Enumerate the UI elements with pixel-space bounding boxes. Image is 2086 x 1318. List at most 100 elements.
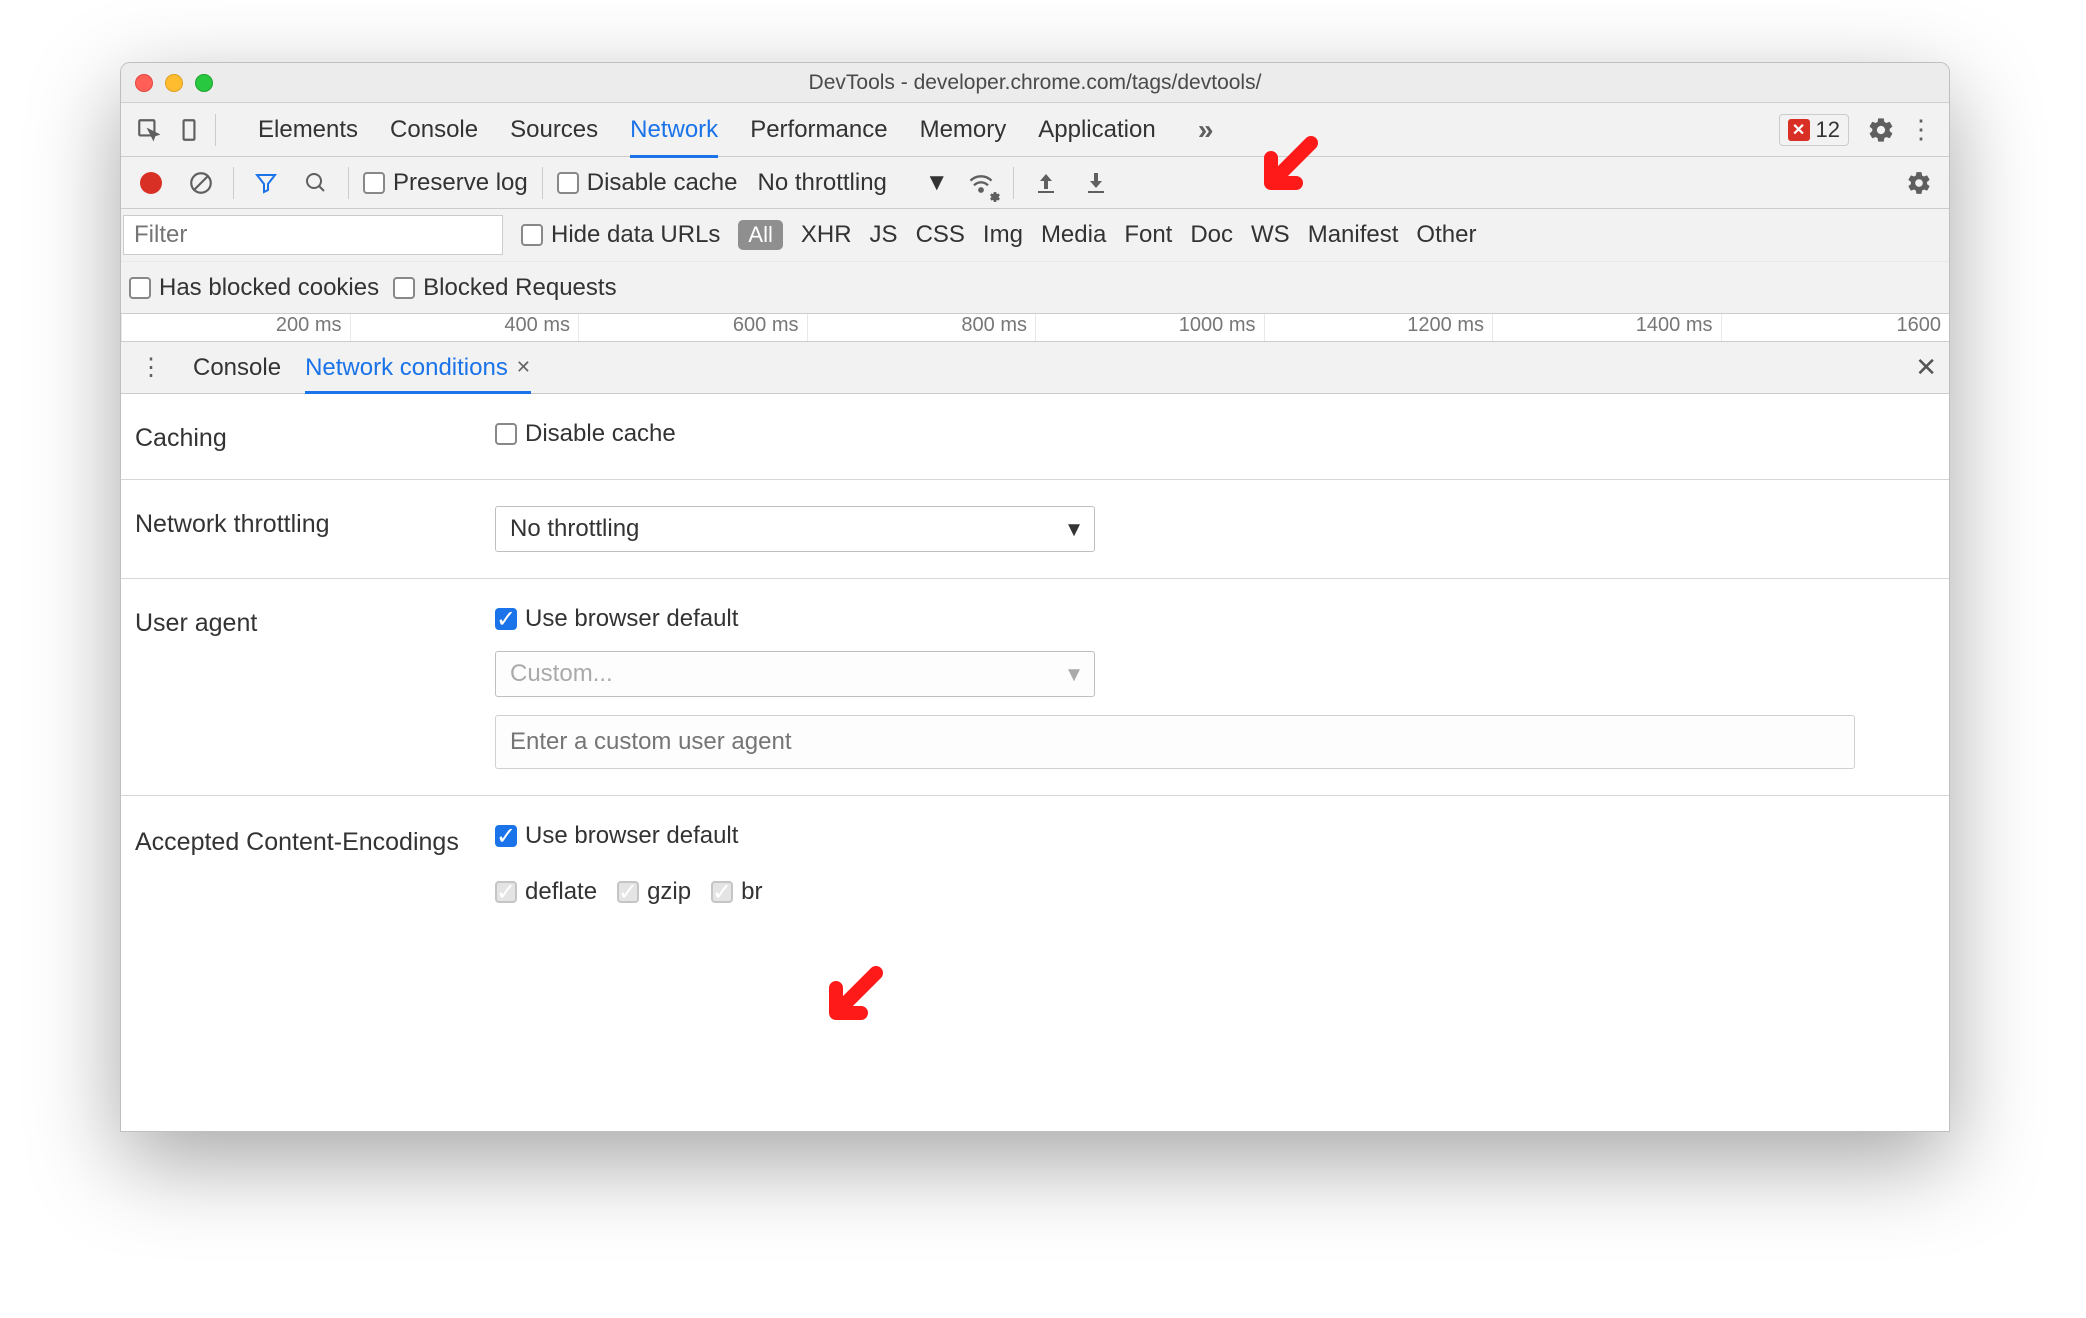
throttling-select[interactable]: No throttling ▼	[757, 169, 948, 197]
divider	[1013, 167, 1014, 199]
more-tabs-icon[interactable]: »	[1188, 112, 1224, 148]
hide-data-urls-checkbox[interactable]: Hide data URLs	[521, 221, 720, 249]
filter-type-all[interactable]: All	[738, 220, 782, 250]
filter-icon[interactable]	[248, 165, 284, 201]
timeline-tick: 1400 ms	[1492, 314, 1721, 341]
tab-elements[interactable]: Elements	[258, 102, 358, 158]
checkbox-icon	[363, 172, 385, 194]
divider	[233, 167, 234, 199]
dropdown-caret-icon: ▾	[1068, 515, 1080, 544]
has-blocked-cookies-checkbox[interactable]: Has blocked cookies	[129, 274, 379, 302]
tab-console[interactable]: Console	[390, 102, 478, 158]
user-agent-section: User agent ✓ Use browser default Custom.…	[121, 579, 1949, 796]
filter-bar: Hide data URLs All XHR JS CSS Img Media …	[121, 209, 1949, 314]
blocked-requests-checkbox[interactable]: Blocked Requests	[393, 274, 616, 302]
preserve-log-checkbox[interactable]: Preserve log	[363, 169, 528, 197]
close-tab-icon[interactable]: ✕	[516, 357, 531, 378]
filter-type-font[interactable]: Font	[1124, 221, 1172, 249]
filter-type-other[interactable]: Other	[1416, 221, 1476, 249]
error-count: 12	[1816, 117, 1840, 143]
filter-type-ws[interactable]: WS	[1251, 221, 1290, 249]
throttling-section: Network throttling No throttling ▾	[121, 480, 1949, 579]
timeline-tick: 800 ms	[807, 314, 1036, 341]
network-settings-icon[interactable]	[1901, 165, 1937, 201]
enc-use-default-label: Use browser default	[525, 822, 738, 850]
timeline-tick: 600 ms	[578, 314, 807, 341]
timeline-tick: 400 ms	[350, 314, 579, 341]
main-tabs: Elements Console Sources Network Perform…	[258, 102, 1775, 158]
timeline-tick: 1600	[1721, 314, 1950, 341]
dropdown-caret-icon: ▼	[925, 169, 949, 197]
enc-use-default-checkbox[interactable]: ✓ Use browser default	[495, 822, 1935, 850]
checkbox-icon	[557, 172, 579, 194]
tab-application[interactable]: Application	[1038, 102, 1155, 158]
window-title: DevTools - developer.chrome.com/tags/dev…	[121, 71, 1949, 95]
encodings-options: ✓ deflate ✓ gzip ✓ br	[495, 878, 1935, 906]
filter-type-manifest[interactable]: Manifest	[1308, 221, 1399, 249]
filter-type-doc[interactable]: Doc	[1190, 221, 1233, 249]
filter-input[interactable]	[123, 215, 503, 255]
enc-br-checkbox: ✓ br	[711, 878, 762, 906]
kebab-menu-icon[interactable]: ⋮	[1903, 112, 1939, 148]
disable-cache-label: Disable cache	[587, 169, 738, 197]
drawer-tab-network-conditions[interactable]: Network conditions ✕	[305, 342, 531, 394]
tab-sources[interactable]: Sources	[510, 102, 598, 158]
error-count-badge[interactable]: ✕ 12	[1779, 114, 1849, 146]
drawer-tab-console[interactable]: Console	[193, 342, 281, 394]
inspect-element-icon[interactable]	[131, 112, 167, 148]
filter-type-js[interactable]: JS	[870, 221, 898, 249]
throttling-select[interactable]: No throttling ▾	[495, 506, 1095, 552]
close-drawer-icon[interactable]: ✕	[1915, 352, 1937, 383]
tab-network[interactable]: Network	[630, 102, 718, 158]
import-har-icon[interactable]	[1028, 165, 1064, 201]
checkbox-disabled-icon: ✓	[495, 881, 517, 903]
export-har-icon[interactable]	[1078, 165, 1114, 201]
tab-memory[interactable]: Memory	[920, 102, 1007, 158]
network-toolbar: Preserve log Disable cache No throttling…	[121, 157, 1949, 209]
filter-type-media[interactable]: Media	[1041, 221, 1106, 249]
search-icon[interactable]	[298, 165, 334, 201]
drawer-tab-bar: ⋮ Console Network conditions ✕ ✕	[121, 342, 1949, 394]
drawer-menu-icon[interactable]: ⋮	[133, 350, 169, 386]
checkbox-icon	[495, 423, 517, 445]
dropdown-caret-icon: ▾	[1068, 660, 1080, 689]
caching-label: Caching	[135, 420, 495, 453]
hide-data-urls-label: Hide data URLs	[551, 221, 720, 249]
tab-performance[interactable]: Performance	[750, 102, 887, 158]
enc-gzip-checkbox: ✓ gzip	[617, 878, 691, 906]
throttling-label: Network throttling	[135, 506, 495, 552]
blocked-requests-label: Blocked Requests	[423, 274, 616, 302]
divider	[542, 167, 543, 199]
checkbox-icon	[521, 224, 543, 246]
settings-icon[interactable]	[1863, 112, 1899, 148]
has-blocked-cookies-label: Has blocked cookies	[159, 274, 379, 302]
device-toolbar-icon[interactable]	[171, 112, 207, 148]
drawer-tab-network-conditions-label: Network conditions	[305, 354, 508, 382]
checkbox-checked-icon: ✓	[495, 825, 517, 847]
ua-use-default-label: Use browser default	[525, 605, 738, 633]
throttling-value: No throttling	[757, 169, 886, 197]
encodings-section: Accepted Content-Encodings ✓ Use browser…	[121, 796, 1949, 932]
checkbox-icon	[129, 277, 151, 299]
divider	[348, 167, 349, 199]
ua-use-default-checkbox[interactable]: ✓ Use browser default	[495, 605, 1935, 633]
panel-disable-cache-checkbox[interactable]: Disable cache	[495, 420, 1935, 448]
ua-custom-input	[495, 715, 1855, 769]
network-conditions-panel: Caching Disable cache Network throttling…	[121, 394, 1949, 932]
main-tab-bar: Elements Console Sources Network Perform…	[121, 103, 1949, 157]
disable-cache-checkbox[interactable]: Disable cache	[557, 169, 738, 197]
checkbox-icon	[393, 277, 415, 299]
clear-icon[interactable]	[183, 165, 219, 201]
panel-disable-cache-label: Disable cache	[525, 420, 676, 448]
ua-custom-select-value: Custom...	[510, 660, 613, 688]
filter-type-img[interactable]: Img	[983, 221, 1023, 249]
record-button[interactable]	[133, 165, 169, 201]
filter-type-css[interactable]: CSS	[916, 221, 965, 249]
enc-gzip-label: gzip	[647, 878, 691, 906]
network-conditions-icon[interactable]	[963, 165, 999, 201]
timeline-tick: 1200 ms	[1264, 314, 1493, 341]
timeline-overview[interactable]: 200 ms 400 ms 600 ms 800 ms 1000 ms 1200…	[121, 314, 1949, 342]
enc-br-label: br	[741, 878, 762, 906]
user-agent-label: User agent	[135, 605, 495, 769]
filter-type-xhr[interactable]: XHR	[801, 221, 852, 249]
